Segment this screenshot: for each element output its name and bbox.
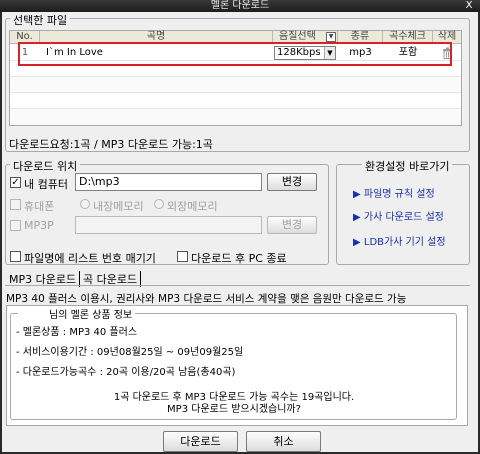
shutdown-label: 다운로드 후 PC 종료 — [191, 252, 287, 265]
notice-text: MP3 40 플러스 이용시, 권리사와 MP3 다운로드 서비스 계약을 맺은… — [6, 293, 407, 305]
product-line-period: - 서비스이용기간 : 09년08월25일 ~ 09년09월25일 — [16, 347, 244, 358]
change-path-button[interactable]: 변경 — [267, 173, 317, 191]
external-memory-radio[interactable] — [154, 199, 164, 209]
table-row-empty — [10, 109, 461, 125]
product-group-title: 님의 멜론 상품 정보 — [18, 306, 136, 321]
product-line-plan: - 멜론상품 : MP3 40 플러스 — [16, 327, 138, 338]
table-row-empty — [10, 77, 461, 93]
chevron-down-icon[interactable]: ▼ — [326, 32, 336, 42]
mp3p-path-input[interactable] — [75, 216, 262, 234]
play-arrow-icon: ▶ — [353, 212, 361, 223]
filename-rule-link[interactable]: ▶ 파일명 규칙 설정 — [353, 185, 435, 200]
settings-title: 환경설정 바로가기 — [362, 158, 453, 174]
close-button[interactable]: X — [462, 0, 476, 11]
play-arrow-icon: ▶ — [353, 189, 361, 200]
play-arrow-icon: ▶ — [353, 237, 361, 248]
list-number-checkbox[interactable] — [10, 251, 21, 262]
lyrics-download-link[interactable]: ▶ 가사 다운로드 설정 — [353, 208, 444, 223]
cancel-button[interactable]: 취소 — [246, 431, 321, 452]
list-number-label: 파일명에 리스트 번호 매기기 — [24, 252, 156, 265]
confirm-message-2: MP3 다운로드 받으시겠습니까? — [167, 404, 301, 415]
phone-label: 휴대폰 — [24, 200, 55, 213]
table-row-empty — [10, 93, 461, 109]
phone-checkbox[interactable] — [10, 199, 21, 210]
my-computer-checkbox[interactable]: ✓ — [10, 177, 21, 188]
internal-memory-radio[interactable] — [80, 199, 90, 209]
selected-files-title: 선택한 파일 — [10, 12, 71, 28]
external-memory-label: 외장메모리 — [167, 200, 218, 213]
ldb-lyrics-link[interactable]: ▶ LDB가사 기기 설정 — [353, 233, 446, 248]
product-line-count: - 다운로드가능곡수 : 20곡 이용/20곡 남음(총40곡) — [16, 367, 236, 378]
selected-row-highlight — [18, 42, 452, 66]
internal-memory-label: 내장메모리 — [93, 200, 144, 213]
close-icon: X — [465, 0, 473, 11]
download-button[interactable]: 다운로드 — [163, 431, 238, 452]
window-title: 멜론 다운로드 — [0, 0, 480, 12]
mp3p-checkbox[interactable] — [10, 220, 21, 231]
download-location-title: 다운로드 위치 — [10, 158, 81, 174]
shutdown-checkbox[interactable] — [177, 251, 188, 262]
mp3p-change-button[interactable]: 변경 — [267, 216, 317, 234]
tab-divider — [5, 285, 470, 286]
download-path-input[interactable]: D:\mp3 — [75, 173, 262, 191]
my-computer-label: 내 컴퓨터 — [24, 178, 68, 191]
download-summary: 다운로드요청:1곡 / MP3 다운로드 가능:1곡 — [9, 138, 213, 151]
mp3p-label: MP3P — [24, 219, 54, 232]
